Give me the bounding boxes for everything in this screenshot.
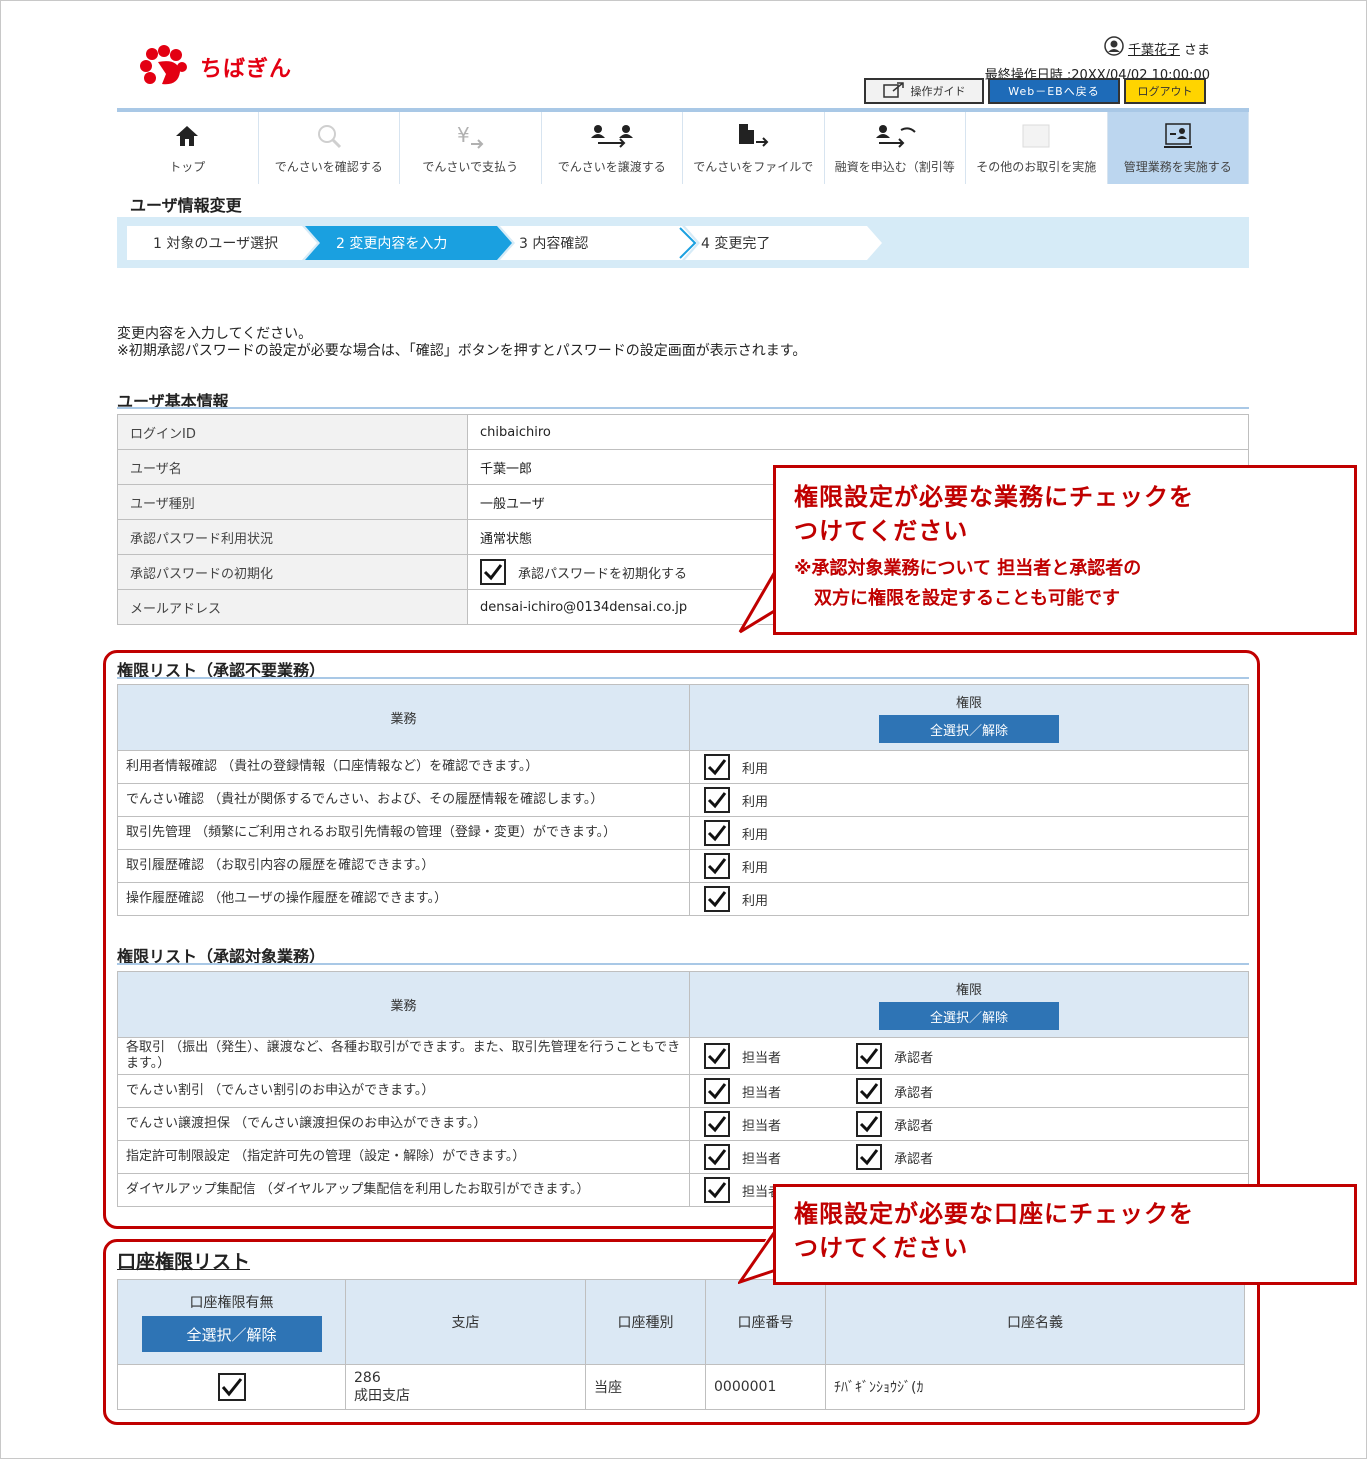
back-to-web-eb-button[interactable]: Web－EBへ戻る: [988, 78, 1120, 104]
step-2: 2 変更内容を入力: [336, 236, 448, 252]
table-row: ログインID chibaichiro: [117, 414, 1249, 450]
callout-task-permission: 権限設定が必要な業務にチェックを つけてください ※承認対象業務について 担当者…: [773, 465, 1357, 635]
loan-icon: [873, 120, 917, 152]
intro-text: 変更内容を入力してください。 ※初期承認パスワードの設定が必要な場合は、「確認」…: [117, 326, 807, 359]
main-nav: トップ でんさいを確認する ¥ でんさいで支払う でんさいを譲渡する でんさいを…: [117, 108, 1249, 184]
home-icon: [174, 120, 200, 152]
nav-pay-densai[interactable]: ¥ でんさいで支払う: [400, 112, 542, 184]
divider: [117, 407, 1249, 409]
logo-text: ちばぎん: [200, 57, 293, 82]
search-icon: [316, 120, 342, 152]
chibagin-logo[interactable]: ちばぎん: [138, 44, 292, 90]
user-icon: [1104, 36, 1124, 60]
step-4: 4 変更完了: [701, 236, 771, 252]
checkbox[interactable]: [480, 559, 506, 585]
svg-text:¥: ¥: [457, 123, 470, 147]
nav-other-transactions[interactable]: その他のお取引を実施: [966, 112, 1108, 184]
logout-button[interactable]: ログアウト: [1124, 78, 1206, 104]
nav-admin-tasks[interactable]: 管理業務を実施する: [1107, 112, 1249, 184]
progress-steps: 1 対象のユーザ選択 2 変更内容を入力 3 内容確認 4 変更完了: [117, 217, 1249, 268]
highlight-perm-lists: [103, 650, 1260, 1229]
nav-file-densai[interactable]: でんさいをファイルで: [683, 112, 825, 184]
transfer-icon: [590, 120, 634, 152]
user-suffix: さま: [1183, 42, 1210, 58]
page-title: ユーザ情報変更: [130, 196, 242, 215]
header-buttons: 操作ガイド Web－EBへ戻る ログアウト: [864, 78, 1206, 104]
nav-transfer-densai[interactable]: でんさいを譲渡する: [542, 112, 683, 184]
callout-account-permission: 権限設定が必要な口座にチェックを つけてください: [773, 1184, 1357, 1285]
file-icon: [736, 120, 770, 152]
external-link-icon: [882, 81, 905, 101]
user-info: 千葉花子 さま 最終操作日時 :20XX/04/02 10:00:00: [985, 36, 1210, 83]
step-3: 3 内容確認: [519, 236, 589, 252]
step-1: 1 対象のユーザ選択: [153, 236, 279, 252]
operation-guide-button[interactable]: 操作ガイド: [864, 78, 984, 104]
admin-icon: [1160, 120, 1196, 152]
other-icon: [1021, 120, 1051, 152]
logo-mark-icon: [138, 44, 190, 90]
nav-confirm-densai[interactable]: でんさいを確認する: [259, 112, 400, 184]
reset-password-checkbox[interactable]: 承認パスワードを初期化する: [480, 559, 687, 585]
nav-apply-loan[interactable]: 融資を申込む（割引等: [825, 112, 966, 184]
user-name-link[interactable]: 千葉花子: [1128, 39, 1180, 58]
nav-top[interactable]: トップ: [117, 112, 259, 184]
yen-icon: ¥: [455, 120, 485, 152]
